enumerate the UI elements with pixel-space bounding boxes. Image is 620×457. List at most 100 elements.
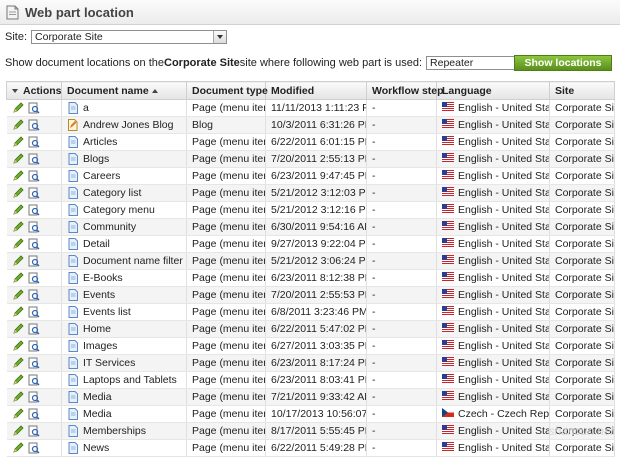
language-cell: English - United States — [436, 354, 550, 372]
table-row[interactable]: Community Page (menu item)6/30/2011 9:54:… — [6, 218, 615, 236]
table-row[interactable]: Laptops and Tablets Page (menu item)6/23/… — [6, 371, 615, 389]
edit-pencil-icon[interactable] — [12, 442, 24, 454]
table-row[interactable]: Category menu Page (menu item)5/21/2012 3… — [6, 201, 615, 219]
site-cell: Corporate Site — [549, 269, 615, 287]
table-row[interactable]: Detail Page (menu item)9/27/2013 9:22:04 … — [6, 235, 615, 253]
view-magnifier-icon[interactable] — [28, 391, 40, 403]
view-magnifier-icon[interactable] — [28, 425, 40, 437]
sort-down-icon — [12, 88, 18, 93]
table-row[interactable]: Memberships Page (menu item)8/17/2011 5:5… — [6, 422, 615, 440]
edit-pencil-icon[interactable] — [12, 119, 24, 131]
language-cell: English - United States — [436, 99, 550, 117]
us-flag-icon — [442, 425, 454, 437]
edit-pencil-icon[interactable] — [12, 170, 24, 182]
table-row[interactable]: Document name filterPage (menu item)5/21… — [6, 252, 615, 270]
table-row[interactable]: Media Page (menu item)7/21/2011 9:33:42 A… — [6, 388, 615, 406]
view-magnifier-icon[interactable] — [28, 442, 40, 454]
edit-pencil-icon[interactable] — [12, 204, 24, 216]
view-magnifier-icon[interactable] — [28, 187, 40, 199]
view-magnifier-icon[interactable] — [28, 136, 40, 148]
actions-cell — [6, 405, 62, 423]
view-magnifier-icon[interactable] — [28, 102, 40, 114]
page-icon — [67, 136, 79, 149]
column-header-document-name[interactable]: Document name — [61, 81, 187, 100]
document-name: Andrew Jones Blog — [83, 119, 174, 131]
edit-pencil-icon[interactable] — [12, 357, 24, 369]
chevron-down-icon[interactable] — [213, 31, 227, 43]
view-magnifier-icon[interactable] — [28, 306, 40, 318]
table-row[interactable]: Home Page (menu item)6/22/2011 5:47:02 PM… — [6, 320, 615, 338]
edit-pencil-icon[interactable] — [12, 306, 24, 318]
view-magnifier-icon[interactable] — [28, 340, 40, 352]
view-magnifier-icon[interactable] — [28, 289, 40, 301]
view-magnifier-icon[interactable] — [28, 119, 40, 131]
edit-pencil-icon[interactable] — [12, 136, 24, 148]
table-row[interactable]: Media Page (menu item)10/17/2013 10:56:07… — [6, 405, 615, 423]
modified-cell: 5/21/2012 3:06:24 PM — [265, 252, 367, 270]
edit-pencil-icon[interactable] — [12, 323, 24, 335]
edit-pencil-icon[interactable] — [12, 238, 24, 250]
edit-pencil-icon[interactable] — [12, 102, 24, 114]
column-header-actions[interactable]: Actions — [6, 81, 62, 100]
table-row[interactable]: Careers Page (menu item)6/23/2011 9:47:45… — [6, 167, 615, 185]
modified-cell: 6/30/2011 9:54:16 AM — [265, 218, 367, 236]
view-magnifier-icon[interactable] — [28, 255, 40, 267]
column-header-modified[interactable]: Modified — [265, 81, 367, 100]
edit-pencil-icon[interactable] — [12, 374, 24, 386]
table-row[interactable]: E-Books Page (menu item)6/23/2011 8:12:38… — [6, 269, 615, 287]
workflow-step-cell: - — [366, 422, 437, 440]
table-row[interactable]: Andrew Jones Blog Blog 10/3/2011 6:31:26 P… — [6, 116, 615, 134]
table-row[interactable]: News Page (menu item)6/22/2011 5:49:28 PM… — [6, 439, 615, 457]
document-name: IT Services — [83, 357, 136, 369]
site-select[interactable]: Corporate Site — [31, 30, 228, 44]
language-cell: English - United States — [436, 286, 550, 304]
view-magnifier-icon[interactable] — [28, 374, 40, 386]
view-magnifier-icon[interactable] — [28, 323, 40, 335]
table-row[interactable]: Articles Page (menu item)6/22/2011 6:01:1… — [6, 133, 615, 151]
webpart-select-value: Repeater — [430, 57, 474, 69]
edit-pencil-icon[interactable] — [12, 187, 24, 199]
view-magnifier-icon[interactable] — [28, 408, 40, 420]
workflow-step-cell: - — [366, 252, 437, 270]
site-cell: Corporate Site — [549, 286, 615, 304]
view-magnifier-icon[interactable] — [28, 204, 40, 216]
document-name: Careers — [83, 170, 121, 182]
language-cell: English - United States — [436, 116, 550, 134]
view-magnifier-icon[interactable] — [28, 238, 40, 250]
document-name-cell: Media — [61, 405, 187, 423]
column-header-document-type[interactable]: Document type — [186, 81, 268, 100]
column-header-workflow-step[interactable]: Workflow step — [366, 81, 444, 100]
modified-cell: 11/11/2013 1:11:23 PM — [265, 99, 367, 117]
edit-pencil-icon[interactable] — [12, 289, 24, 301]
document-name: Laptops and Tablets — [83, 374, 177, 386]
table-row[interactable]: Events Page (menu item)7/20/2011 2:55:53 … — [6, 286, 615, 304]
view-magnifier-icon[interactable] — [28, 272, 40, 284]
table-row[interactable]: Category list Page (menu item)5/21/2012 3… — [6, 184, 615, 202]
view-magnifier-icon[interactable] — [28, 153, 40, 165]
language-cell: English - United States — [436, 388, 550, 406]
table-row[interactable]: Images Page (menu item)6/27/2011 3:03:35 … — [6, 337, 615, 355]
table-row[interactable]: IT Services Page (menu item)6/23/2011 8:1… — [6, 354, 615, 372]
edit-pencil-icon[interactable] — [12, 255, 24, 267]
document-type-cell: Page (menu item) — [186, 218, 266, 236]
view-magnifier-icon[interactable] — [28, 170, 40, 182]
edit-pencil-icon[interactable] — [12, 391, 24, 403]
actions-cell — [6, 133, 62, 151]
edit-pencil-icon[interactable] — [12, 221, 24, 233]
us-flag-icon — [442, 272, 454, 284]
view-magnifier-icon[interactable] — [28, 221, 40, 233]
view-magnifier-icon[interactable] — [28, 357, 40, 369]
show-locations-button[interactable]: Show locations — [514, 55, 612, 71]
edit-pencil-icon[interactable] — [12, 153, 24, 165]
language-cell: English - United States — [436, 320, 550, 338]
column-header-language[interactable]: Language — [436, 81, 550, 100]
edit-pencil-icon[interactable] — [12, 425, 24, 437]
page-icon — [67, 323, 79, 336]
column-header-site[interactable]: Site — [549, 81, 615, 100]
edit-pencil-icon[interactable] — [12, 340, 24, 352]
edit-pencil-icon[interactable] — [12, 272, 24, 284]
table-row[interactable]: Events list Page (menu item)6/8/2011 3:23… — [6, 303, 615, 321]
table-row[interactable]: Blogs Page (menu item)7/20/2011 2:55:13 P… — [6, 150, 615, 168]
edit-pencil-icon[interactable] — [12, 408, 24, 420]
table-row[interactable]: a Page (menu item)11/11/2013 1:11:23 PM- E… — [6, 99, 615, 117]
